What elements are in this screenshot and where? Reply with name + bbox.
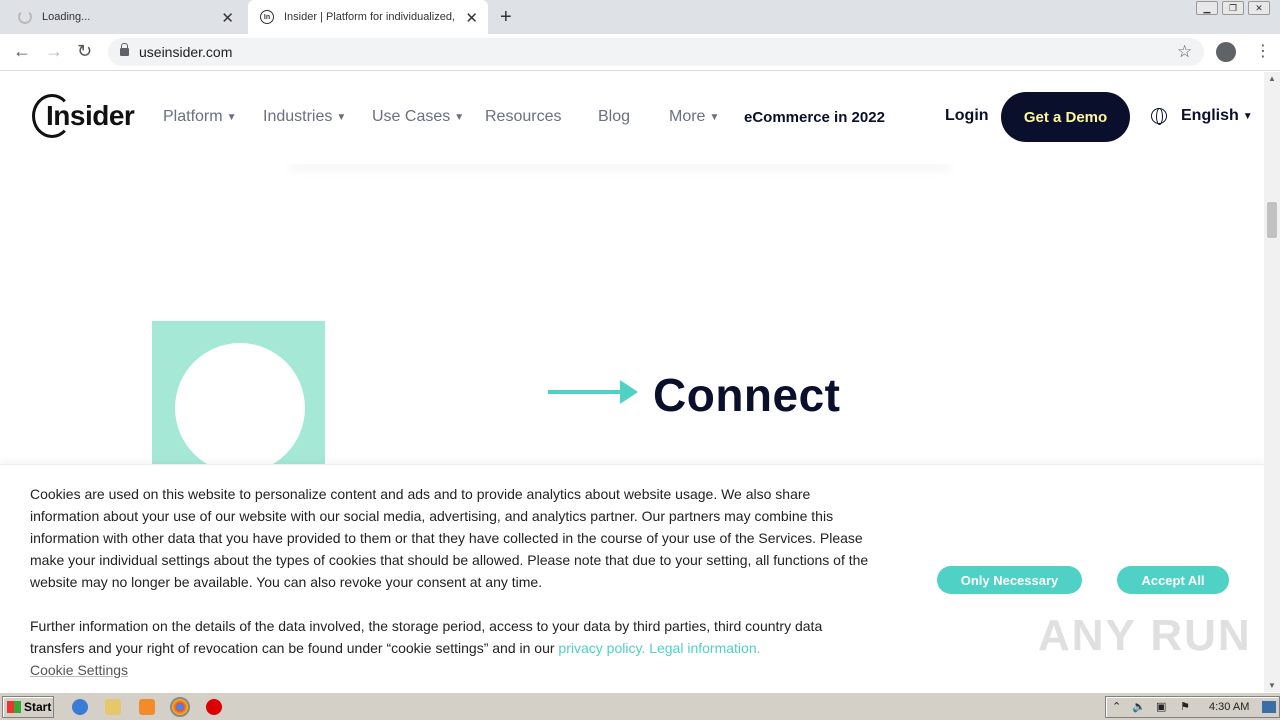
nav-label: Blog: [598, 108, 631, 125]
windows-taskbar: Start ⌃ 🔈 ▣ ⚑ 4:30 AM: [0, 692, 1280, 720]
internet-explorer-icon[interactable]: [72, 699, 88, 715]
close-window-icon[interactable]: ✕: [1248, 1, 1270, 15]
caret-down-icon: ▼: [226, 111, 237, 123]
caret-down-icon: ▼: [336, 111, 347, 123]
close-tab-icon[interactable]: ✕: [221, 9, 234, 27]
caret-down-icon: ▼: [709, 111, 720, 123]
show-desktop-icon[interactable]: [1262, 701, 1276, 713]
media-player-icon[interactable]: [139, 699, 155, 715]
header-shadow: [290, 158, 950, 164]
insider-logo[interactable]: Insider: [32, 94, 135, 138]
restore-icon[interactable]: ❐: [1222, 1, 1244, 15]
nav-label: More: [669, 108, 706, 125]
system-tray: ⌃ 🔈 ▣ ⚑ 4:30 AM: [1105, 696, 1280, 718]
hero-illustration: [152, 321, 325, 464]
privacy-policy-link[interactable]: privacy policy.: [558, 640, 645, 656]
flag-notification-icon[interactable]: ⚑: [1180, 700, 1190, 713]
scroll-down-icon[interactable]: ▼: [1268, 681, 1276, 690]
chevron-up-icon[interactable]: ⌃: [1112, 700, 1121, 713]
scrollbar-thumb[interactable]: [1267, 202, 1277, 238]
illustration-circle: [175, 343, 305, 464]
address-toolbar: ← → ↻ useinsider.com: [0, 34, 1280, 71]
volume-icon[interactable]: 🔈: [1132, 700, 1146, 713]
caret-down-icon: ▼: [454, 111, 465, 123]
insider-favicon-icon: In: [260, 10, 274, 24]
lock-icon: [120, 43, 129, 56]
language-label: English: [1181, 107, 1239, 124]
only-necessary-button[interactable]: Only Necessary: [937, 566, 1082, 594]
reload-icon[interactable]: ↻: [77, 41, 92, 62]
cookie-banner: Cookies are used on this website to pers…: [0, 464, 1264, 692]
globe-icon: [1151, 108, 1167, 125]
nav-label: Industries: [263, 108, 333, 125]
start-button[interactable]: Start: [2, 696, 54, 718]
start-label: Start: [24, 700, 52, 714]
get-demo-button[interactable]: Get a Demo: [1001, 92, 1130, 142]
back-arrow-icon[interactable]: ←: [13, 41, 31, 62]
cookie-settings-link[interactable]: Cookie Settings: [30, 659, 128, 681]
profile-avatar-icon[interactable]: [1216, 42, 1236, 62]
close-tab-icon[interactable]: ✕: [465, 9, 478, 27]
cookie-paragraph-2: Further information on the details of th…: [30, 615, 880, 681]
url-bar[interactable]: useinsider.com: [108, 38, 1204, 66]
tab-title: Insider | Platform for individualized, c: [284, 11, 454, 23]
nav-label: Platform: [163, 108, 223, 125]
nav-label: Use Cases: [372, 108, 451, 125]
network-icon[interactable]: ▣: [1156, 700, 1166, 713]
cookie-text: Cookies are used on this website to pers…: [30, 483, 880, 681]
nav-label: Resources: [485, 108, 562, 125]
window-controls: ▁ ❐ ✕: [1196, 1, 1270, 15]
nav-resources[interactable]: Resources: [485, 108, 561, 126]
tab-loading[interactable]: Loading... ✕: [0, 0, 244, 34]
anyrun-watermark: ANY RUN: [1038, 611, 1252, 660]
chrome-icon[interactable]: [170, 697, 190, 717]
nav-industries[interactable]: Industries ▼: [263, 108, 346, 126]
logo-text: Insider: [46, 100, 135, 131]
cookie-paragraph-1: Cookies are used on this website to pers…: [30, 486, 869, 590]
bookmark-star-icon[interactable]: ☆: [1177, 42, 1192, 62]
hero-heading: Connect: [653, 369, 841, 421]
windows-flag-icon: [7, 701, 21, 713]
scroll-up-icon[interactable]: ▲: [1268, 74, 1276, 83]
minimize-icon[interactable]: ▁: [1196, 1, 1218, 15]
menu-kebab-icon[interactable]: ⋮: [1255, 41, 1271, 61]
forward-arrow-icon[interactable]: →: [45, 41, 63, 62]
site-header: Insider Platform ▼ Industries ▼ Use Cases ▼…: [0, 72, 1264, 162]
nav-blog[interactable]: Blog: [598, 108, 630, 126]
accept-all-button[interactable]: Accept All: [1117, 566, 1229, 594]
new-tab-icon[interactable]: +: [500, 6, 512, 29]
nav-more[interactable]: More ▼: [669, 108, 719, 126]
nav-platform[interactable]: Platform ▼: [163, 108, 236, 126]
page-viewport: Insider Platform ▼ Industries ▼ Use Cases ▼…: [0, 72, 1264, 692]
security-alert-icon[interactable]: [206, 699, 222, 715]
browser-tab-bar: Loading... ✕ In Insider | Platform for i…: [0, 0, 1280, 34]
tab-title: Loading...: [42, 11, 91, 23]
ecommerce-link[interactable]: eCommerce in 2022: [744, 109, 885, 126]
nav-use-cases[interactable]: Use Cases ▼: [372, 108, 464, 126]
caret-down-icon: ▼: [1242, 110, 1253, 122]
page-scrollbar[interactable]: ▲ ▼: [1264, 72, 1280, 692]
language-selector[interactable]: English ▼: [1151, 107, 1253, 125]
url-text: useinsider.com: [139, 44, 233, 60]
folder-icon[interactable]: [105, 699, 121, 715]
tab-insider[interactable]: In Insider | Platform for individualized…: [248, 0, 488, 34]
legal-information-link[interactable]: Legal information.: [649, 640, 760, 656]
login-link[interactable]: Login: [945, 107, 989, 125]
clock[interactable]: 4:30 AM: [1209, 701, 1249, 713]
loading-spinner-icon: [18, 10, 32, 24]
right-arrow-icon: [548, 380, 638, 404]
